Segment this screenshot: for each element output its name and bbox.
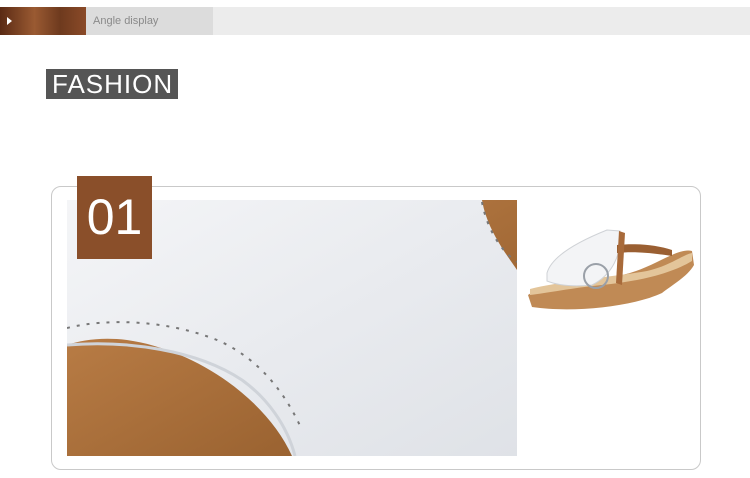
play-triangle-icon <box>7 17 12 25</box>
section-title: FASHION <box>52 69 174 99</box>
feature-number: 01 <box>86 189 143 245</box>
header-label: Angle display <box>93 15 159 27</box>
top-accent-block <box>0 7 86 35</box>
sandal-product-image <box>522 215 700 325</box>
